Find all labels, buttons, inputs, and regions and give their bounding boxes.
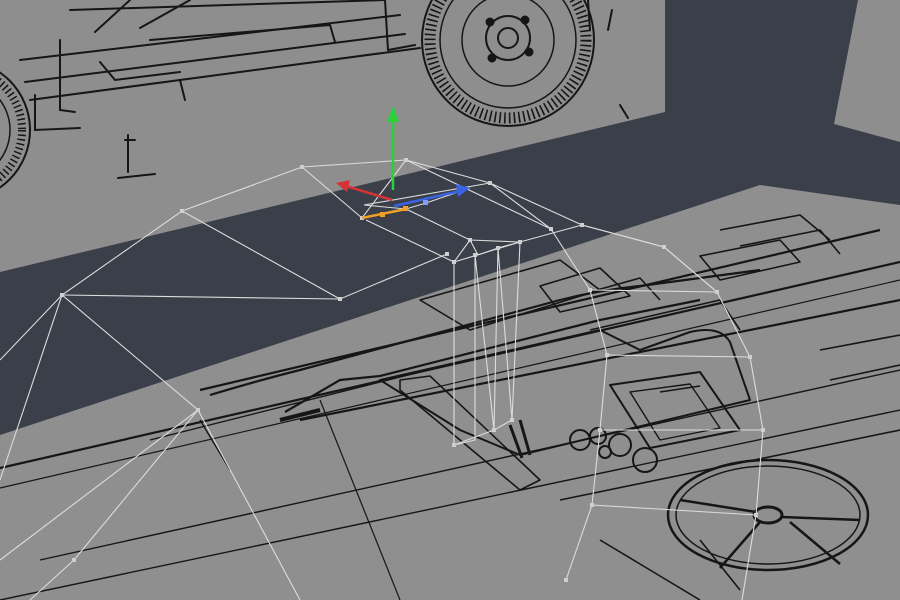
3d-viewport[interactable] — [0, 0, 900, 600]
selected-vertex[interactable] — [380, 212, 385, 217]
viewport-canvas[interactable] — [0, 0, 900, 600]
selected-vertex[interactable] — [403, 206, 408, 211]
